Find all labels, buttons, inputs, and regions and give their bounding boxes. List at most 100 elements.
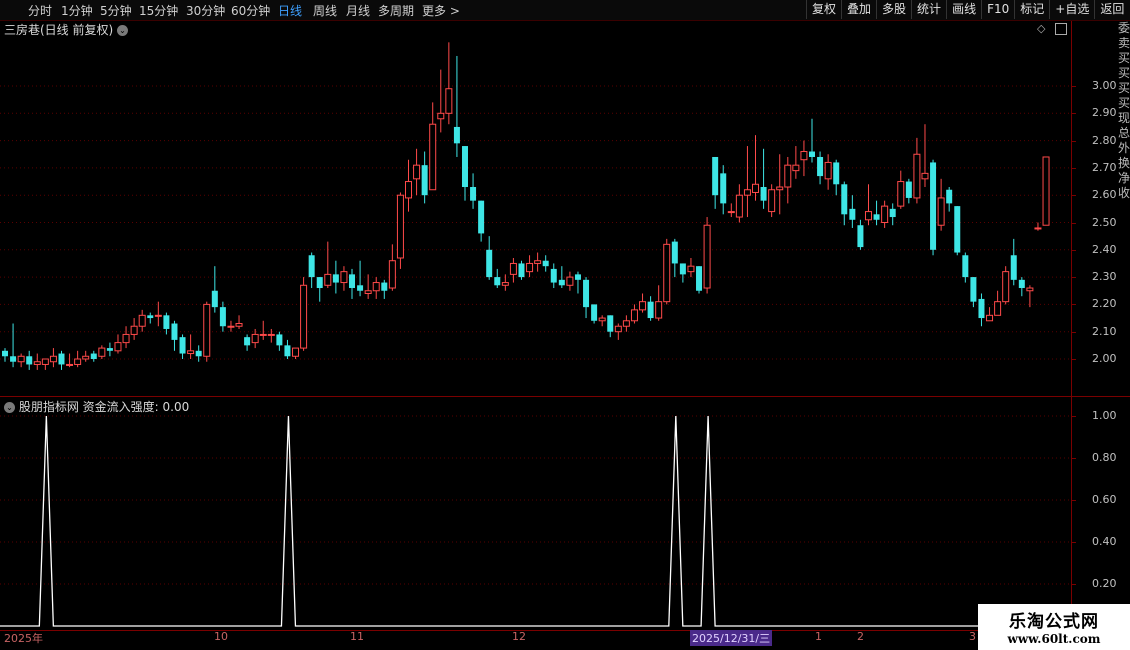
date-label: 1 (815, 630, 822, 643)
candle-body (864, 211, 872, 221)
candle-body (752, 183, 760, 193)
y-axis-label: 2.60 (1092, 188, 1117, 202)
candle-body (235, 323, 243, 327)
candle-body (1018, 279, 1025, 289)
candle-body (566, 276, 574, 286)
candle-body (372, 282, 380, 292)
candle-body (98, 347, 106, 357)
candle-body (203, 303, 211, 357)
candle-body (583, 279, 590, 308)
candle-body (800, 151, 808, 161)
candle-body (986, 314, 994, 322)
candle-body (26, 356, 33, 365)
candle-body (509, 262, 517, 275)
y-tick (1071, 304, 1076, 306)
candle-body (994, 301, 1002, 316)
candle-body (267, 333, 275, 336)
candle-body (17, 355, 25, 363)
candle-body (171, 323, 178, 340)
candle-body (219, 307, 226, 327)
indicator-line (0, 415, 1071, 627)
candle-body (429, 123, 437, 191)
candle-body (82, 355, 90, 360)
candle-body (332, 274, 339, 283)
candle-body (776, 186, 784, 191)
candle-body (558, 279, 565, 286)
chevron-down-icon[interactable]: ⌄ (4, 402, 15, 413)
candle-body (954, 206, 961, 253)
candle-body (784, 164, 792, 188)
candle-body (591, 304, 598, 321)
candle-body (937, 197, 945, 226)
candle-body (712, 156, 719, 196)
candle-body (526, 262, 534, 273)
candle-body (308, 255, 315, 278)
indicator-y-label: 0.80 (1092, 451, 1117, 464)
y-tick (1071, 277, 1076, 279)
candle-body (622, 320, 630, 327)
candle-body (655, 301, 663, 319)
price-chart[interactable] (0, 0, 1071, 630)
y-tick (1071, 500, 1076, 501)
candle-body (978, 298, 985, 319)
candle-body (792, 164, 800, 172)
candle-body (195, 350, 202, 357)
y-tick (1071, 359, 1076, 360)
candle-body (114, 342, 122, 352)
date-label: 3 (969, 630, 976, 643)
candle-body (639, 301, 647, 311)
cursor-date-label: 2025/12/31/三 (690, 630, 773, 646)
toolbar-button[interactable]: 返回 (1094, 0, 1129, 19)
candle-body (478, 200, 485, 234)
date-label: 11 (350, 630, 364, 643)
candle-body (501, 282, 509, 286)
candle-body (244, 337, 251, 346)
date-axis: 2025年 10 11 12 2025/12/31/三 1 2 3 (0, 630, 1130, 650)
candle-body (873, 214, 880, 220)
candle-body (74, 358, 82, 365)
candle-body (130, 325, 138, 335)
candle-body (147, 315, 154, 319)
y-tick (1071, 113, 1076, 115)
y-axis-label: 2.10 (1092, 324, 1117, 338)
candle-body (154, 314, 162, 317)
candle-body (251, 333, 259, 344)
candle-body (405, 181, 412, 199)
y-tick (1071, 249, 1076, 251)
candle-body (284, 345, 291, 357)
y-tick (1071, 140, 1076, 142)
date-label: 10 (214, 630, 228, 643)
candle-body (486, 249, 493, 278)
candle-body (187, 350, 195, 355)
candle-body (727, 211, 735, 214)
candle-body (946, 189, 953, 204)
candle-body (857, 225, 864, 248)
y-axis-label: 2.80 (1092, 133, 1117, 147)
candle-body (671, 241, 678, 264)
candle-body (970, 277, 977, 302)
candle-body (817, 156, 824, 177)
candle-body (930, 162, 937, 250)
watermark-title: 乐淘公式网 (1009, 612, 1099, 632)
y-axis-label: 2.50 (1092, 215, 1117, 229)
candle-body (518, 263, 525, 278)
candle-body (227, 325, 235, 328)
candle-body (768, 189, 776, 213)
candle-body (58, 353, 65, 365)
candle-body (292, 347, 300, 357)
y-tick (1071, 195, 1076, 197)
date-label: 12 (512, 630, 526, 643)
candle-body (663, 243, 671, 303)
candle-body (905, 181, 912, 198)
y-axis-label: 2.20 (1092, 297, 1117, 311)
y-tick (1071, 331, 1076, 333)
candle-body (720, 173, 727, 204)
candle-body (349, 274, 356, 289)
candle-body (849, 208, 856, 220)
y-tick (1071, 584, 1076, 585)
candle-body (437, 112, 445, 120)
candle-body (1042, 156, 1050, 226)
indicator-y-label: 0.60 (1092, 493, 1117, 506)
candle-body (679, 263, 686, 275)
candle-body (421, 165, 428, 196)
